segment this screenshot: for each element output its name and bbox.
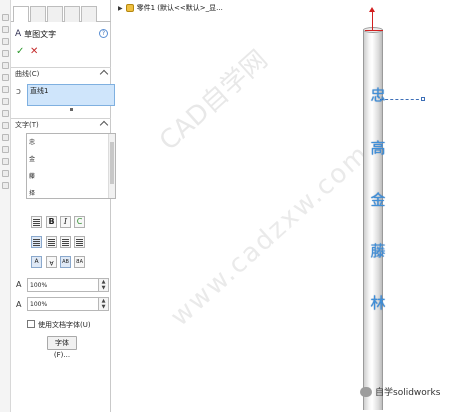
part-name[interactable]: 零件1 (默认<<默认>_显... [137,3,223,13]
curve-section-label: 曲线(C) [15,70,40,78]
tool-icon[interactable] [2,38,9,45]
property-manager: A 草图文字 ? ✓ ✕ 曲线(C) ↄ 直线1 文字(T) 忠 金 藤 择 B… [11,0,116,412]
align-center-button[interactable] [46,236,57,248]
align-center-icon [48,239,55,246]
curve-selection-box[interactable]: 直线1 [27,84,115,106]
expand-arrow-icon[interactable]: ▶ [118,5,123,12]
spacing-spinner[interactable]: ▲ ▼ [99,297,109,311]
flip-horizontal-button[interactable]: AB [60,256,71,268]
collapse-icon[interactable] [99,69,109,79]
tool-icon[interactable] [2,86,9,93]
brand-watermark: 自学solidworks [360,385,440,398]
tool-icon[interactable] [2,170,9,177]
use-document-font-checkbox[interactable] [27,320,35,328]
width-factor-spinner[interactable]: ▲ ▼ [99,278,109,292]
width-factor-icon: A [16,280,22,289]
bold-button[interactable]: B [46,216,57,228]
flip-vertical-down-button[interactable]: A [46,256,57,268]
rotate-button[interactable]: C [74,216,85,228]
watermark-cad: CAD自学网 [154,44,274,157]
wechat-icon [360,386,372,397]
ok-button[interactable]: ✓ [16,46,24,57]
flip-horizontal-back-button[interactable]: AB [74,256,85,268]
tool-icon[interactable] [2,26,9,33]
width-factor-field[interactable]: 100% [27,278,99,292]
text-scrollbar[interactable] [108,134,115,198]
align-right-button[interactable] [60,236,71,248]
panel-header: A 草图文字 [15,29,56,39]
cancel-button[interactable]: ✕ [30,46,38,57]
tool-icon[interactable] [2,50,9,57]
flip-vertical-button[interactable]: A [31,256,42,268]
watermark-url: www.cadzxw.com [165,138,376,333]
align-left-icon [33,239,40,246]
sketch-text-glyph[interactable]: 藤 [367,240,389,261]
curve-item[interactable]: 直线1 [30,87,48,95]
tool-icon[interactable] [2,98,9,105]
align-right-icon [62,239,69,246]
tool-icon[interactable] [2,110,9,117]
font-button[interactable]: 字体(F)... [47,336,77,359]
text-section-label: 文字(T) [15,121,39,129]
brand-text: 自学solidworks [375,388,441,398]
tool-icon[interactable] [2,122,9,129]
curve-section-header[interactable]: 曲线(C) [11,67,111,80]
part-icon [125,4,134,12]
tool-icon[interactable] [2,74,9,81]
tab-display-manager[interactable] [81,6,97,22]
origin-x-axis [365,30,383,31]
manager-tabs [11,6,111,22]
feature-tree-flyout[interactable]: ▶ 零件1 (默认<<默认>_显... [118,3,223,13]
link-icon [33,219,40,226]
origin-arrow-icon [369,7,375,12]
italic-button[interactable]: I [60,216,71,228]
tool-icon[interactable] [2,182,9,189]
link-property-button[interactable] [31,216,42,228]
text-line: 忠 [29,139,36,146]
justify-button[interactable] [74,236,85,248]
sketch-text-glyph[interactable]: 金 [367,189,389,210]
text-line: 择 [29,190,36,197]
tab-dimxpert[interactable] [64,6,80,22]
tool-icon[interactable] [2,14,9,21]
origin-y-axis [372,10,373,30]
scroll-thumb[interactable] [110,142,114,184]
sketch-text-icon: A [15,29,22,39]
curve-icon: ↄ [16,87,21,97]
collapse-icon[interactable] [99,120,109,130]
align-left-button[interactable] [31,236,42,248]
tab-feature-manager[interactable] [13,6,29,22]
sketch-endpoint[interactable] [421,97,425,101]
tab-property-manager[interactable] [30,6,46,22]
spacing-icon: A [16,300,22,309]
spacing-field[interactable]: 100% [27,297,99,311]
help-icon[interactable]: ? [99,29,108,38]
tool-icon[interactable] [2,62,9,69]
tool-icon[interactable] [2,146,9,153]
tool-icon[interactable] [2,134,9,141]
resize-handle[interactable] [70,108,73,111]
panel-title: 草图文字 [24,29,57,39]
tool-icon[interactable] [2,158,9,165]
sketch-text-glyph[interactable]: 林 [367,292,389,313]
justify-icon [76,239,83,246]
left-toolbar-strip [0,0,11,412]
text-section-header[interactable]: 文字(T) [11,118,111,131]
sketch-text-glyph[interactable]: 忠 [367,84,389,105]
text-line: 藤 [29,173,36,180]
tab-configuration-manager[interactable] [47,6,63,22]
text-input-area[interactable]: 忠 金 藤 择 [26,133,116,199]
sketch-text-glyph[interactable]: 高 [367,137,389,158]
text-line: 金 [29,156,36,163]
use-document-font-label: 使用文档字体(U) [38,321,91,329]
